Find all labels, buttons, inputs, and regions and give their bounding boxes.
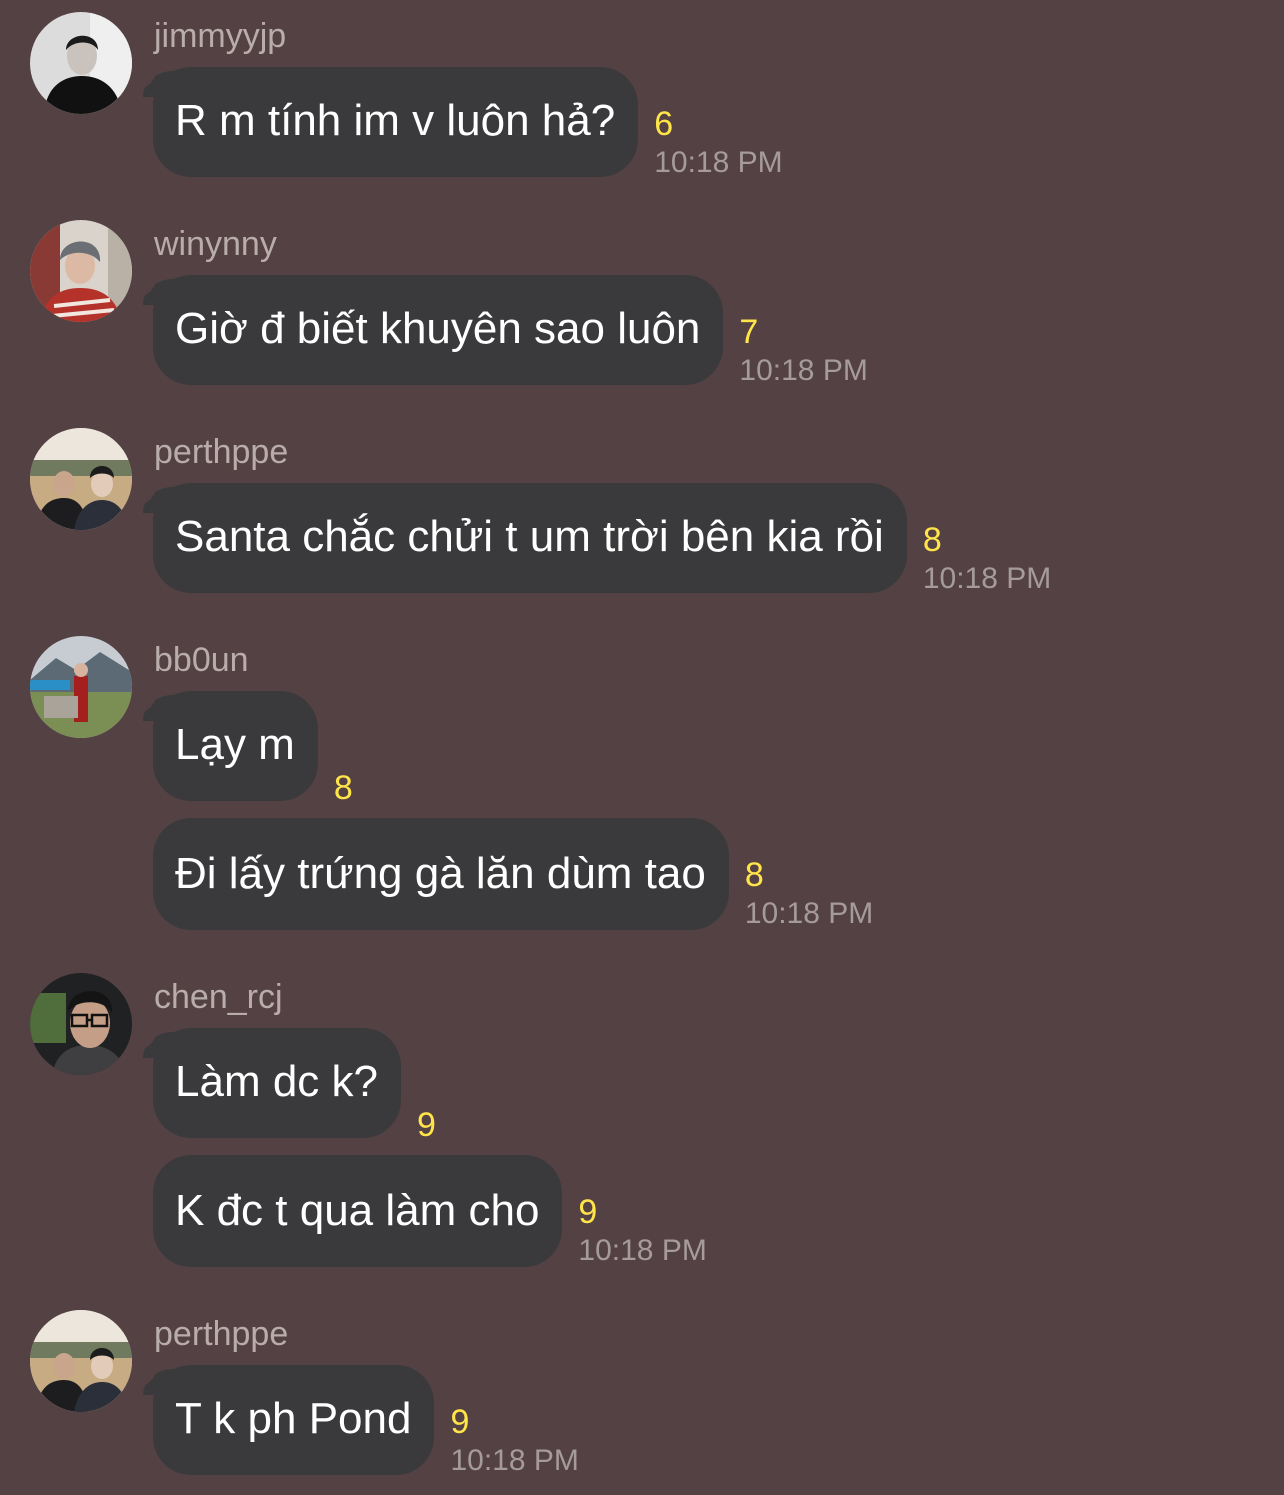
message-row: T k ph Pond 9 10:18 PM <box>136 1363 579 1481</box>
timestamp: 10:18 PM <box>739 354 868 387</box>
unread-count: 6 <box>654 105 674 143</box>
unread-count: 8 <box>744 856 764 894</box>
unread-count: 8 <box>333 769 353 807</box>
message-row: Santa chắc chửi t um trời bên kia rồi 8 … <box>137 481 1051 599</box>
username[interactable]: winynny <box>154 222 277 266</box>
message-row: K đc t qua làm cho 9 10:18 PM <box>153 1155 707 1271</box>
message-bubble[interactable]: T k ph Pond <box>136 1363 435 1475</box>
message-bubble[interactable]: Đi lấy trứng gà lăn dùm tao <box>153 818 729 930</box>
message-row: R m tính im v luôn hả? 6 10:18 PM <box>136 65 783 183</box>
message-meta: 8 10:18 PM <box>745 818 873 934</box>
user-avatar[interactable] <box>30 12 132 114</box>
username[interactable]: perthppe <box>154 1312 288 1356</box>
message-text: R m tính im v luôn hả? <box>175 96 616 145</box>
user-avatar[interactable] <box>30 428 132 530</box>
timestamp: 10:18 PM <box>922 562 1052 595</box>
message-bubble[interactable]: Santa chắc chửi t um trời bên kia rồi <box>137 481 907 593</box>
unread-count: 7 <box>739 313 759 351</box>
user-avatar[interactable] <box>30 636 132 738</box>
message-text: Santa chắc chửi t um trời bên kia rồi <box>175 512 884 561</box>
message-row: Giờ đ biết khuyên sao luôn 7 10:18 PM <box>136 273 868 391</box>
unread-count: 8 <box>922 521 942 559</box>
message-text: Làm dc k? <box>175 1057 378 1106</box>
message-bubble[interactable]: Giờ đ biết khuyên sao luôn <box>136 273 724 385</box>
message-bubble[interactable]: Lạy m <box>137 689 318 801</box>
message-text: T k ph Pond <box>175 1394 412 1443</box>
user-avatar[interactable] <box>30 220 132 322</box>
username[interactable]: bb0un <box>154 638 249 682</box>
message-bubble[interactable]: Làm dc k? <box>137 1026 401 1138</box>
message-meta: 7 10:18 PM <box>739 275 867 391</box>
user-avatar[interactable] <box>30 1310 132 1412</box>
unread-count: 9 <box>578 1193 598 1231</box>
timestamp: 10:18 PM <box>578 1234 707 1267</box>
username[interactable]: chen_rcj <box>154 975 283 1019</box>
message-text: Lạy m <box>175 720 295 769</box>
message-text: Giờ đ biết khuyên sao luôn <box>175 304 701 353</box>
unread-count: 9 <box>450 1403 470 1441</box>
message-row: Lạy m 8 <box>137 689 353 807</box>
message-meta: 8 <box>334 691 353 807</box>
timestamp: 10:18 PM <box>450 1444 579 1477</box>
unread-count: 9 <box>416 1106 436 1144</box>
message-meta: 6 10:18 PM <box>654 67 782 183</box>
message-bubble[interactable]: K đc t qua làm cho <box>153 1155 563 1267</box>
user-avatar[interactable] <box>30 973 132 1075</box>
username[interactable]: perthppe <box>154 430 288 474</box>
message-bubble[interactable]: R m tính im v luôn hả? <box>136 65 639 177</box>
message-meta: 9 10:18 PM <box>450 1365 578 1481</box>
message-row: Làm dc k? 9 <box>137 1026 436 1144</box>
message-text: K đc t qua làm cho <box>175 1186 540 1235</box>
timestamp: 10:18 PM <box>744 897 874 930</box>
message-row: Đi lấy trứng gà lăn dùm tao 8 10:18 PM <box>153 818 873 934</box>
timestamp: 10:18 PM <box>654 146 783 179</box>
username[interactable]: jimmyyjp <box>154 14 286 58</box>
message-meta: 9 10:18 PM <box>578 1155 706 1271</box>
message-text: Đi lấy trứng gà lăn dùm tao <box>175 849 706 898</box>
message-meta: 9 <box>417 1028 436 1144</box>
message-meta: 8 10:18 PM <box>923 483 1051 599</box>
